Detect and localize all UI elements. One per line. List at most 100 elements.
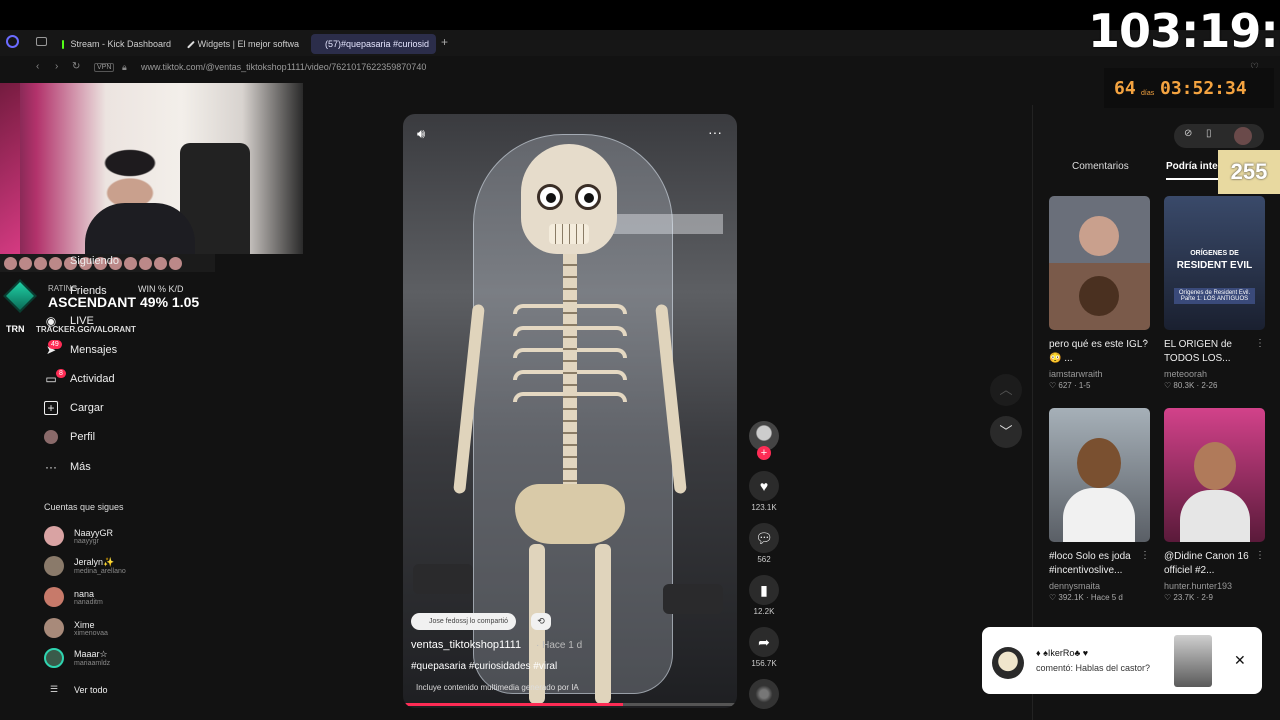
days-time: 03:52:34 xyxy=(1160,78,1247,99)
share-count: 156.7K xyxy=(751,659,777,668)
see-all-label: Ver todo xyxy=(74,684,108,695)
comment-notification[interactable]: ♦ ♠IkerRo♣ ♥ comentó: Hablas del castor?… xyxy=(982,627,1262,694)
tab-related[interactable]: Podría inte xyxy=(1166,161,1218,172)
related-video-card[interactable]: #loco Solo es joda #incentivoslive... de… xyxy=(1049,408,1150,602)
vpn-badge[interactable]: VPN xyxy=(94,63,115,72)
video-thumbnail[interactable]: ORÍGENES DE RESIDENT EVIL Orígenes de Re… xyxy=(1164,196,1265,330)
shared-by-pill[interactable]: Jose fedossj lo compartió xyxy=(411,613,516,630)
card-author[interactable]: iamstarwraith xyxy=(1049,369,1150,379)
card-more-icon[interactable]: ⋮ xyxy=(1140,550,1150,561)
heart-icon[interactable]: ♥ xyxy=(749,471,779,501)
sidebar-item-profile[interactable]: Perfil xyxy=(44,430,95,444)
viewer-avatar xyxy=(139,256,152,270)
win-kd-label: WIN % K/D xyxy=(138,284,184,294)
stream-timer: 103:19:32 xyxy=(1088,4,1280,58)
card-title: EL ORIGEN de TODOS LOS... xyxy=(1164,339,1232,364)
tab-widgets[interactable]: Widgets | El mejor softwa xyxy=(182,34,307,54)
viewer-avatar xyxy=(49,256,62,270)
tab-comments[interactable]: Comentarios xyxy=(1072,161,1129,172)
like-action[interactable]: ♥ 123.1K xyxy=(747,471,781,512)
thumb-person xyxy=(1079,276,1119,316)
following-account[interactable]: NaayyGR naayygr xyxy=(44,526,113,546)
sidebar-item-activity[interactable]: ▭ Actividad xyxy=(44,372,114,386)
compass-icon[interactable]: ⊘ xyxy=(1184,128,1192,139)
share-icon[interactable]: ➦ xyxy=(749,627,779,657)
video-thumbnail[interactable] xyxy=(1049,408,1150,542)
skeleton-skull xyxy=(521,144,617,254)
sidebar-item-label: Mensajes xyxy=(70,344,118,356)
back-icon[interactable]: ‹ xyxy=(36,61,39,72)
card-author[interactable]: hunter.hunter193 xyxy=(1164,581,1265,591)
video-player[interactable]: 🔊︎ ··· Jose fedossj lo compartió ⟲ venta… xyxy=(403,114,737,708)
follow-plus-icon[interactable]: + xyxy=(757,446,771,460)
forward-icon[interactable]: › xyxy=(55,61,58,72)
video-thumbnail[interactable] xyxy=(1049,196,1150,330)
tab-kick-dashboard[interactable]: Stream - Kick Dashboard xyxy=(54,34,179,54)
video-hashtags[interactable]: #quepasaria #curiosidades #viral xyxy=(411,661,557,672)
related-video-card[interactable]: pero qué es este IGL? 😳 ... iamstarwrait… xyxy=(1049,196,1150,390)
new-tab-button[interactable]: + xyxy=(441,35,448,49)
tab-label: Stream - Kick Dashboard xyxy=(70,39,171,49)
viewer-avatar xyxy=(124,256,137,270)
share-action[interactable]: ➦ 156.7K xyxy=(747,627,781,668)
sidebar-item-following[interactable]: Siguiendo xyxy=(70,255,119,267)
tab-label: Widgets | El mejor softwa xyxy=(197,39,299,49)
days-count: 64 xyxy=(1114,78,1136,99)
close-icon[interactable]: ✕ xyxy=(1234,652,1246,669)
card-stats: ♡ 627 · 1-5 xyxy=(1049,381,1091,390)
bookmark-icon[interactable]: ▮ xyxy=(749,575,779,605)
music-disc-icon[interactable] xyxy=(749,679,779,709)
card-more-icon[interactable]: ⋮ xyxy=(1255,550,1265,561)
next-video-button[interactable]: ﹀ xyxy=(990,416,1022,448)
following-account[interactable]: nana nanaditm xyxy=(44,587,103,607)
activity-badge: 8 xyxy=(56,369,66,378)
win-kd-value: 49% 1.05 xyxy=(140,294,200,310)
spine xyxy=(563,254,577,514)
previous-video-button[interactable]: ︿ xyxy=(990,374,1022,406)
related-video-card[interactable]: @Didine Canon 16 officiel #2... hunter.h… xyxy=(1164,408,1265,602)
sidebar-item-live[interactable]: ◉ LIVE xyxy=(44,314,94,328)
video-time: · Hace 1 d xyxy=(536,640,583,651)
tab-tiktok[interactable]: (57)#quepasaria #curiosid xyxy=(311,34,436,54)
see-all-link[interactable]: ☰ Ver todo xyxy=(44,684,108,695)
account-name: Maaar☆ xyxy=(74,649,108,659)
save-action[interactable]: ▮ 12.2K xyxy=(747,575,781,616)
avatar xyxy=(992,647,1024,679)
following-account[interactable]: Jeralyn✨ medina_arellano xyxy=(44,556,126,576)
user-avatar-icon[interactable] xyxy=(1234,127,1252,145)
browser-logo-icon[interactable] xyxy=(6,35,19,48)
following-account[interactable]: Maaar☆ mariaamldz xyxy=(44,648,110,668)
notification-thumbnail[interactable] xyxy=(1174,635,1212,687)
tab-switcher-icon[interactable] xyxy=(36,37,47,46)
following-account[interactable]: Xime ximenovaa xyxy=(44,618,108,638)
sidebar-item-friends[interactable]: Friends xyxy=(70,285,107,297)
card-author[interactable]: meteoorah xyxy=(1164,369,1265,379)
avatar xyxy=(44,618,64,638)
pupil xyxy=(546,193,556,203)
related-video-card[interactable]: ORÍGENES DE RESIDENT EVIL Orígenes de Re… xyxy=(1164,196,1265,390)
phone-icon[interactable]: ▯ xyxy=(1206,128,1212,139)
volume-icon[interactable]: 🔊︎ xyxy=(417,126,425,142)
thumb-person xyxy=(1077,438,1121,488)
repost-icon[interactable]: ⟲ xyxy=(531,613,551,630)
card-author[interactable]: dennysmaita xyxy=(1049,581,1150,591)
sidebar-item-upload[interactable]: + Cargar xyxy=(44,401,104,415)
video-author[interactable]: ventas_tiktokshop1111 xyxy=(411,639,521,651)
comment-action[interactable]: 💬︎ 562 xyxy=(747,523,781,564)
panel-toolbar: ⊘ ▯ xyxy=(1174,124,1264,148)
account-handle: ximenovaa xyxy=(74,629,108,637)
card-title: @Didine Canon 16 officiel #2... xyxy=(1164,551,1249,576)
reload-icon[interactable]: ↻ xyxy=(72,61,80,72)
video-progress-bar[interactable] xyxy=(403,703,737,706)
messages-badge: 49 xyxy=(48,340,62,349)
more-options-icon[interactable]: ··· xyxy=(708,124,722,140)
card-stats: ♡ 392.1K · Hace 5 d xyxy=(1049,593,1123,602)
video-thumbnail[interactable] xyxy=(1164,408,1265,542)
card-more-icon[interactable]: ⋮ xyxy=(1255,338,1265,349)
thumb-subtitle: Orígenes de Resident Evil. Parte 1: LOS … xyxy=(1174,288,1255,304)
sidebar-item-more[interactable]: ··· Más xyxy=(44,460,91,474)
comment-icon[interactable]: 💬︎ xyxy=(749,523,779,553)
url-field[interactable]: www.tiktok.com/@ventas_tiktokshop1111/vi… xyxy=(141,62,426,72)
following-title: Cuentas que sigues xyxy=(44,502,124,512)
card-more-icon[interactable]: ⋮ xyxy=(1140,338,1150,349)
